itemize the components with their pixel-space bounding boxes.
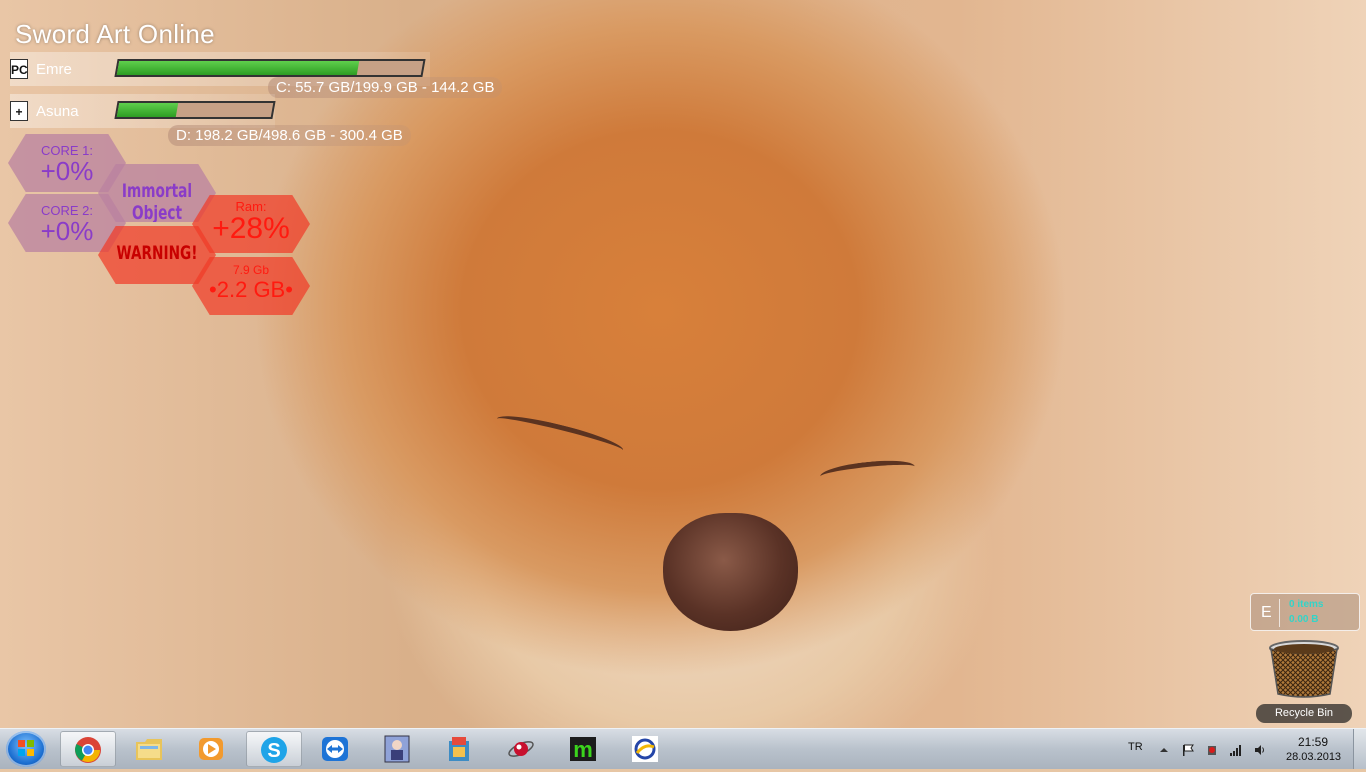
memory-total: 7.9 Gb — [232, 263, 270, 277]
volume-icon[interactable] — [1254, 744, 1266, 756]
start-button[interactable] — [6, 731, 46, 767]
show-desktop-button[interactable] — [1353, 729, 1366, 769]
folder-icon — [136, 739, 162, 760]
wallpaper-dog-nose — [663, 513, 798, 631]
clock-time: 21:59 — [1298, 735, 1329, 749]
ram-value: +28% — [212, 212, 290, 245]
sao-widget-title: Sword Art Online — [15, 19, 215, 49]
svg-text:m: m — [573, 737, 593, 762]
player-name: Emre — [36, 61, 72, 78]
player-row-asuna: + Asuna — [10, 94, 430, 128]
wallpaper-dog-eye-right — [819, 457, 916, 486]
ram-hex: Ram: +28% — [192, 195, 310, 253]
taskbar-app-anime[interactable] — [370, 731, 426, 767]
pc-icon: PC — [10, 59, 28, 79]
anime-app-icon — [384, 735, 410, 763]
hp-bar-fill — [116, 61, 360, 75]
recycle-bin-icon[interactable] — [1268, 640, 1340, 698]
wallpaper-dog-eye-left — [494, 409, 626, 460]
chrome-icon — [75, 737, 101, 763]
recycle-bin-info[interactable]: E 0 items 0.00 B — [1250, 593, 1360, 631]
plus-icon: + — [10, 101, 28, 121]
language-indicator[interactable]: TR — [1128, 741, 1143, 753]
taskbar-app-chrome[interactable] — [60, 731, 116, 767]
divider — [1279, 599, 1280, 627]
skype-icon: S — [261, 737, 287, 763]
drive-letter: E — [1261, 604, 1272, 621]
warning-text: WARNING! — [116, 242, 198, 264]
immortal-object-hex: Immortal Object — [98, 164, 216, 222]
windows-logo-icon — [18, 740, 34, 756]
memory-free: •2.2 GB• — [209, 277, 293, 302]
network-signal-icon[interactable] — [1230, 744, 1242, 756]
taskbar-app-browser[interactable] — [618, 731, 674, 767]
memory-hex: 7.9 Gb •2.2 GB• — [192, 257, 310, 315]
bin-size: 0.00 B — [1289, 614, 1319, 625]
recycle-bin-label[interactable]: Recycle Bin — [1256, 704, 1352, 723]
immortal-object-text: Immortal Object — [121, 180, 193, 224]
media-player-icon — [199, 738, 223, 760]
taskbar-app-media-player[interactable] — [184, 731, 240, 767]
taskbar-app-messenger[interactable]: m — [556, 731, 612, 767]
m-icon: m — [570, 737, 596, 762]
taskbar-app-library[interactable] — [432, 731, 488, 767]
disk-d-label: D: 198.2 GB/498.6 GB - 300.4 GB — [168, 125, 411, 146]
globe-icon — [632, 736, 658, 762]
teamviewer-icon — [322, 737, 348, 761]
power-warning-icon[interactable] — [1206, 744, 1218, 756]
warning-hex: WARNING! — [98, 226, 216, 284]
hp-bar — [114, 59, 426, 77]
taskbar-app-orb[interactable] — [494, 731, 550, 767]
show-hidden-icons-icon[interactable] — [1158, 744, 1170, 756]
library-icon — [449, 737, 469, 761]
clock-date: 28.03.2013 — [1286, 751, 1342, 763]
orb-icon — [508, 741, 534, 757]
svg-text:S: S — [267, 740, 280, 762]
action-center-flag-icon[interactable] — [1182, 744, 1194, 756]
taskbar-app-explorer[interactable] — [122, 731, 178, 767]
player-name: Asuna — [36, 103, 79, 120]
taskbar: S m TR 21:59 28.03.2013 — [0, 728, 1366, 769]
hp-bar — [114, 101, 276, 119]
taskbar-app-teamviewer[interactable] — [308, 731, 364, 767]
taskbar-app-skype[interactable]: S — [246, 731, 302, 767]
hp-bar-fill — [116, 103, 178, 117]
bin-items: 0 items — [1289, 599, 1324, 610]
